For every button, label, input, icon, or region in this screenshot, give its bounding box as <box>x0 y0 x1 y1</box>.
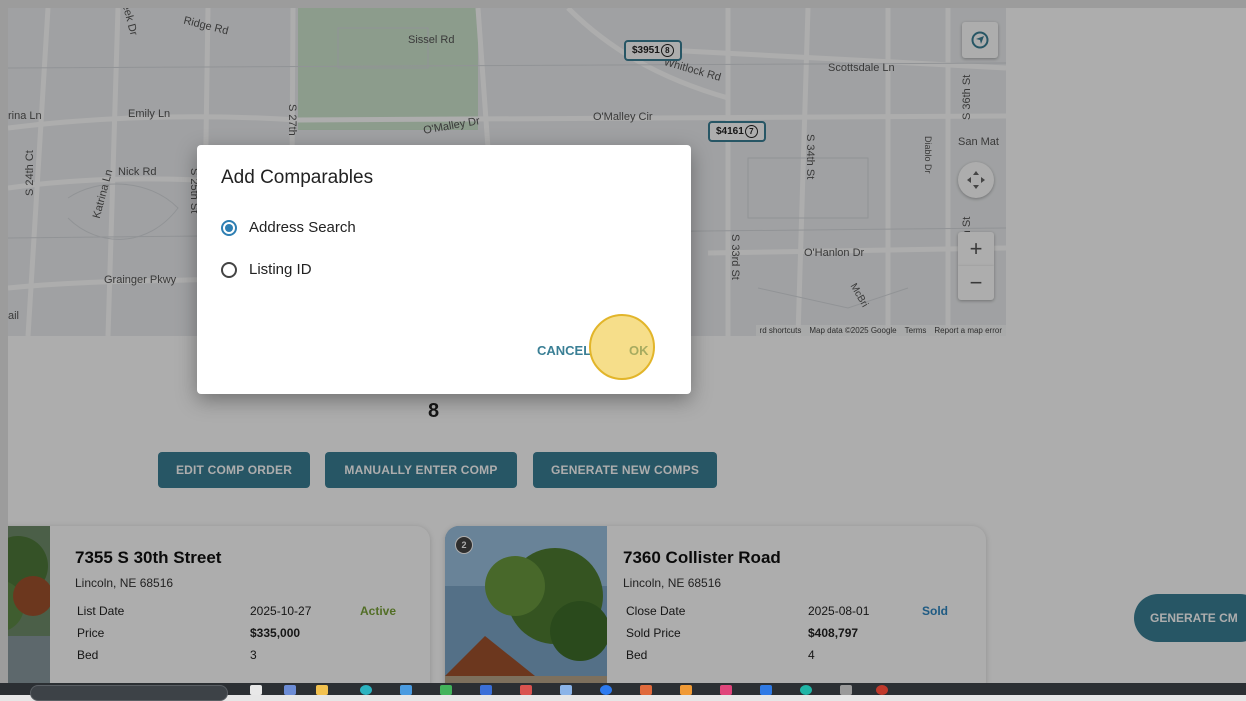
app-icon[interactable] <box>760 685 772 695</box>
click-indicator <box>589 314 655 380</box>
app-icon[interactable] <box>720 685 732 695</box>
app-icon[interactable] <box>600 685 612 695</box>
app-icon[interactable] <box>360 685 372 695</box>
option-label: Listing ID <box>249 261 312 278</box>
app-icon[interactable] <box>520 685 532 695</box>
app-icon[interactable] <box>284 685 296 695</box>
app-icon[interactable] <box>800 685 812 695</box>
option-label: Address Search <box>249 219 356 236</box>
app-icon[interactable] <box>440 685 452 695</box>
os-taskbar <box>0 683 1246 701</box>
radio-selected-icon[interactable] <box>221 219 237 236</box>
app-icon[interactable] <box>840 685 852 695</box>
app-icon[interactable] <box>640 685 652 695</box>
app-icon[interactable] <box>250 685 262 695</box>
radio-unselected-icon[interactable] <box>221 261 237 278</box>
dialog-title: Add Comparables <box>221 167 374 188</box>
folder-icon[interactable] <box>316 685 328 695</box>
app-icon[interactable] <box>400 685 412 695</box>
app-icon[interactable] <box>560 685 572 695</box>
app-icon[interactable] <box>876 685 888 695</box>
app-icon[interactable] <box>680 685 692 695</box>
option-listing-id[interactable]: Listing ID <box>221 261 312 278</box>
option-address-search[interactable]: Address Search <box>221 219 356 236</box>
taskbar-search[interactable] <box>30 685 228 701</box>
app-icon[interactable] <box>480 685 492 695</box>
cancel-button[interactable]: CANCEL <box>537 343 591 358</box>
